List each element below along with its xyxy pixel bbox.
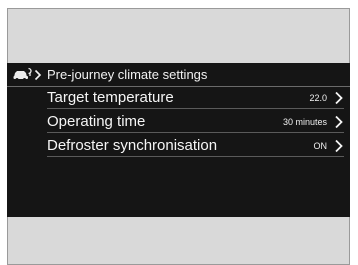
- divider: [47, 108, 344, 109]
- car-settings-icon: [12, 67, 34, 81]
- chevron-right-icon: [34, 68, 42, 81]
- menu-item-operating-time[interactable]: Operating time 30 minutes: [7, 111, 350, 133]
- menu-item-defroster-synchronisation[interactable]: Defroster synchronisation ON: [7, 135, 350, 157]
- divider: [47, 156, 344, 157]
- divider: [47, 132, 344, 133]
- menu-header: Pre-journey climate settings: [7, 63, 350, 86]
- chevron-right-icon: [334, 139, 344, 153]
- menu-item-value: 30 minutes: [282, 117, 327, 127]
- page-title: Pre-journey climate settings: [47, 67, 208, 82]
- infotainment-screen: Pre-journey climate settings Target temp…: [7, 63, 350, 217]
- chevron-right-icon: [334, 91, 344, 105]
- menu-item-label: Target temperature: [47, 89, 174, 106]
- menu-item-value: 22.0: [309, 93, 327, 103]
- chevron-right-icon: [334, 115, 344, 129]
- menu-item-label: Operating time: [47, 113, 146, 130]
- menu-item-value: ON: [313, 141, 328, 151]
- menu-item-label: Defroster synchronisation: [47, 137, 218, 154]
- menu-item-target-temperature[interactable]: Target temperature 22.0: [7, 87, 350, 109]
